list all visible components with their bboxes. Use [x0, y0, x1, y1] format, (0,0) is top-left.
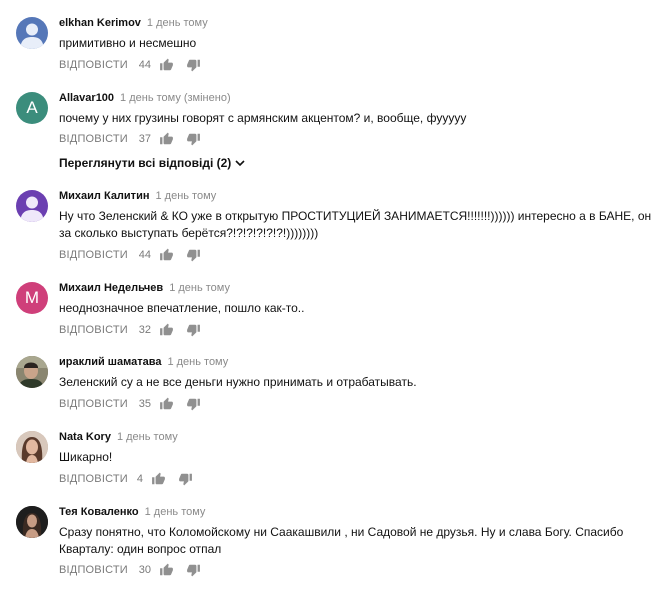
person-icon: [20, 196, 44, 222]
edited-label: (змінено): [183, 92, 231, 104]
reply-button[interactable]: ВІДПОВІСТИ: [59, 249, 135, 261]
author-name[interactable]: elkhan Kerimov: [59, 17, 141, 29]
reply-button[interactable]: ВІДПОВІСТИ: [59, 398, 135, 410]
timestamp[interactable]: 1 день тому: [147, 17, 208, 29]
comment-meta: elkhan Kerimov 1 день тому: [59, 15, 208, 30]
reply-button[interactable]: ВІДПОВІСТИ: [59, 473, 135, 485]
thumbs-down-icon[interactable]: [186, 323, 201, 337]
thumbs-down-icon[interactable]: [186, 132, 201, 146]
timestamp[interactable]: 1 день тому: [169, 282, 230, 294]
comment-actions: ВІДПОВІСТИ 44: [59, 57, 213, 73]
comment-text: Зеленский су а не все деньги нужно прини…: [59, 375, 417, 389]
timestamp[interactable]: 1 день тому: [117, 431, 178, 443]
chevron-down-icon: [235, 160, 245, 167]
reply-button[interactable]: ВІДПОВІСТИ: [59, 324, 135, 336]
comment-actions: ВІДПОВІСТИ 4: [59, 471, 205, 487]
author-name[interactable]: Allavar100: [59, 92, 114, 104]
timestamp[interactable]: 1 день тому: [167, 356, 228, 368]
like-count: 30: [138, 564, 151, 576]
thumbs-down-icon[interactable]: [186, 397, 201, 411]
thumbs-down-icon[interactable]: [186, 248, 201, 262]
avatar[interactable]: [16, 506, 48, 538]
comment-actions: ВІДПОВІСТИ 35: [59, 396, 213, 412]
like-count: 44: [138, 59, 151, 71]
thumbs-down-icon[interactable]: [178, 472, 193, 486]
thumbs-up-icon[interactable]: [159, 132, 174, 146]
thumbs-up-icon[interactable]: [159, 563, 174, 577]
author-name[interactable]: Nata Kory: [59, 431, 111, 443]
thumbs-up-icon[interactable]: [159, 397, 174, 411]
author-name[interactable]: Михаил Недельчев: [59, 282, 163, 294]
thumbs-up-icon[interactable]: [151, 472, 166, 486]
comment-meta: ираклий шаматава 1 день тому: [59, 354, 228, 369]
thumbs-down-icon[interactable]: [186, 58, 201, 72]
timestamp[interactable]: 1 день тому: [155, 190, 216, 202]
thumbs-up-icon[interactable]: [159, 323, 174, 337]
like-count: 37: [138, 133, 151, 145]
reply-button[interactable]: ВІДПОВІСТИ: [59, 133, 135, 145]
person-icon: [20, 23, 44, 49]
comment-text: Шикарно!: [59, 450, 113, 464]
avatar-letter: M: [24, 288, 40, 307]
avatar-letter: A: [26, 98, 38, 117]
avatar[interactable]: [16, 431, 48, 463]
view-replies-label: Переглянути всі відповіді (2): [59, 156, 232, 170]
avatar[interactable]: [16, 356, 48, 388]
avatar[interactable]: [16, 17, 48, 49]
comment-text: неоднозначное впечатление, пошло как-то.…: [59, 301, 305, 315]
comment-meta: Allavar100 1 день тому (змінено): [59, 90, 231, 105]
reply-button[interactable]: ВІДПОВІСТИ: [59, 564, 135, 576]
timestamp[interactable]: 1 день тому: [120, 92, 181, 104]
like-count: 35: [138, 398, 151, 410]
comment-text: Ну что Зеленский & КО уже в открытую ПРО…: [59, 209, 652, 240]
comment-actions: ВІДПОВІСТИ 32: [59, 322, 213, 338]
timestamp[interactable]: 1 день тому: [145, 506, 206, 518]
view-replies-button[interactable]: Переглянути всі відповіді (2): [59, 155, 245, 171]
comment-meta: Михаил Калитин 1 день тому: [59, 188, 216, 203]
like-count: 44: [138, 249, 151, 261]
thumbs-down-icon[interactable]: [186, 563, 201, 577]
like-count: 32: [138, 324, 151, 336]
user-photo-icon: [16, 506, 48, 538]
avatar[interactable]: A: [16, 92, 48, 124]
comment-text: примитивно и несмешно: [59, 36, 197, 50]
comment-meta: Nata Kory 1 день тому: [59, 429, 178, 444]
thumbs-up-icon[interactable]: [159, 58, 174, 72]
comment-actions: ВІДПОВІСТИ 37: [59, 131, 213, 147]
comment-text: почему у них грузины говорят с армянским…: [59, 111, 467, 125]
author-name[interactable]: Тея Коваленко: [59, 506, 139, 518]
comment-actions: ВІДПОВІСТИ 30: [59, 562, 213, 578]
user-photo-icon: [16, 356, 48, 388]
like-count: 4: [136, 473, 143, 485]
thumbs-up-icon[interactable]: [159, 248, 174, 262]
author-name[interactable]: ираклий шаматава: [59, 356, 161, 368]
avatar[interactable]: [16, 190, 48, 222]
user-photo-icon: [16, 431, 48, 463]
author-name[interactable]: Михаил Калитин: [59, 190, 149, 202]
comment-meta: Михаил Недельчев 1 день тому: [59, 280, 230, 295]
reply-button[interactable]: ВІДПОВІСТИ: [59, 59, 135, 71]
comment-actions: ВІДПОВІСТИ 44: [59, 247, 213, 263]
comment-meta: Тея Коваленко 1 день тому: [59, 504, 205, 519]
avatar[interactable]: M: [16, 282, 48, 314]
comment-text: Сразу понятно, что Коломойскому ни Саака…: [59, 525, 624, 556]
